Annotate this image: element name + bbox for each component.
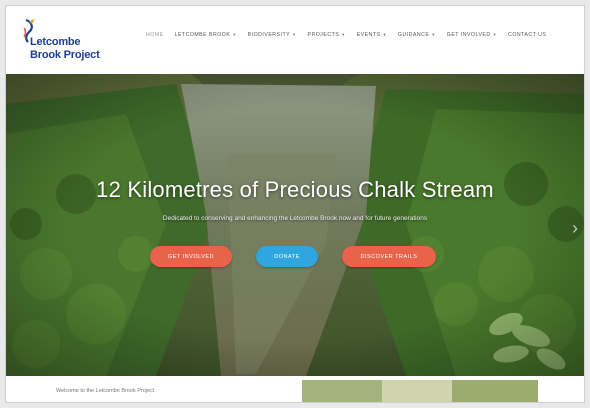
logo-text-line1: Letcombe xyxy=(30,36,81,48)
chevron-right-icon[interactable]: › xyxy=(572,218,578,239)
chevron-down-icon: ▼ xyxy=(341,32,346,37)
nav-item-home[interactable]: Home xyxy=(146,32,164,38)
nav-item-letcombe-brook[interactable]: Letcombe Brook ▼ xyxy=(175,32,237,38)
content-section: Welcome to the Letcombe Brook Project xyxy=(6,376,584,402)
chevron-down-icon: ▼ xyxy=(492,32,498,37)
nav-label: Biodiversity xyxy=(247,32,291,38)
nav-item-get-involved[interactable]: Get Involved ▼ xyxy=(447,32,497,38)
site-logo[interactable]: Letcombe Brook Project xyxy=(16,6,136,74)
get-involved-button[interactable]: Get Involved xyxy=(150,246,232,267)
section-image xyxy=(302,380,538,402)
main-nav: Home Letcombe Brook ▼ Biodiversity ▼ Proje… xyxy=(146,32,580,38)
section-heading: Welcome to the Letcombe Brook Project xyxy=(56,388,155,394)
nav-item-biodiversity[interactable]: Biodiversity ▼ xyxy=(248,32,297,38)
chevron-down-icon: ▼ xyxy=(232,32,237,37)
nav-label: Letcombe Brook xyxy=(174,32,231,38)
chevron-down-icon: ▼ xyxy=(292,32,297,37)
browser-frame: Letcombe Brook Project Home Letcombe Bro… xyxy=(6,6,584,402)
discover-trails-button[interactable]: Discover Trails xyxy=(342,246,436,267)
nav-label: Get Involved xyxy=(446,32,491,38)
hero-subtitle: Dedicated to conserving and enhancing th… xyxy=(162,215,428,222)
nav-item-projects[interactable]: Projects ▼ xyxy=(308,32,346,38)
nav-item-guidance[interactable]: Guidance ▼ xyxy=(398,32,436,38)
chevron-down-icon: ▼ xyxy=(382,32,387,37)
nav-item-contact-us[interactable]: Contact Us xyxy=(508,32,546,38)
logo-text-line2: Brook Project xyxy=(30,49,100,61)
nav-label: Projects xyxy=(307,32,340,38)
donate-button[interactable]: Donate xyxy=(256,246,318,267)
site-header: Letcombe Brook Project Home Letcombe Bro… xyxy=(6,6,584,74)
chevron-down-icon: ▼ xyxy=(431,32,436,37)
nav-label: Events xyxy=(356,32,381,38)
nav-label: Guidance xyxy=(397,32,430,38)
hero-banner: 12 Kilometres of Precious Chalk Stream D… xyxy=(6,74,584,376)
hero-title: 12 Kilometres of Precious Chalk Stream xyxy=(96,177,494,202)
hero-background-image xyxy=(6,74,584,376)
nav-item-events[interactable]: Events ▼ xyxy=(357,32,387,38)
